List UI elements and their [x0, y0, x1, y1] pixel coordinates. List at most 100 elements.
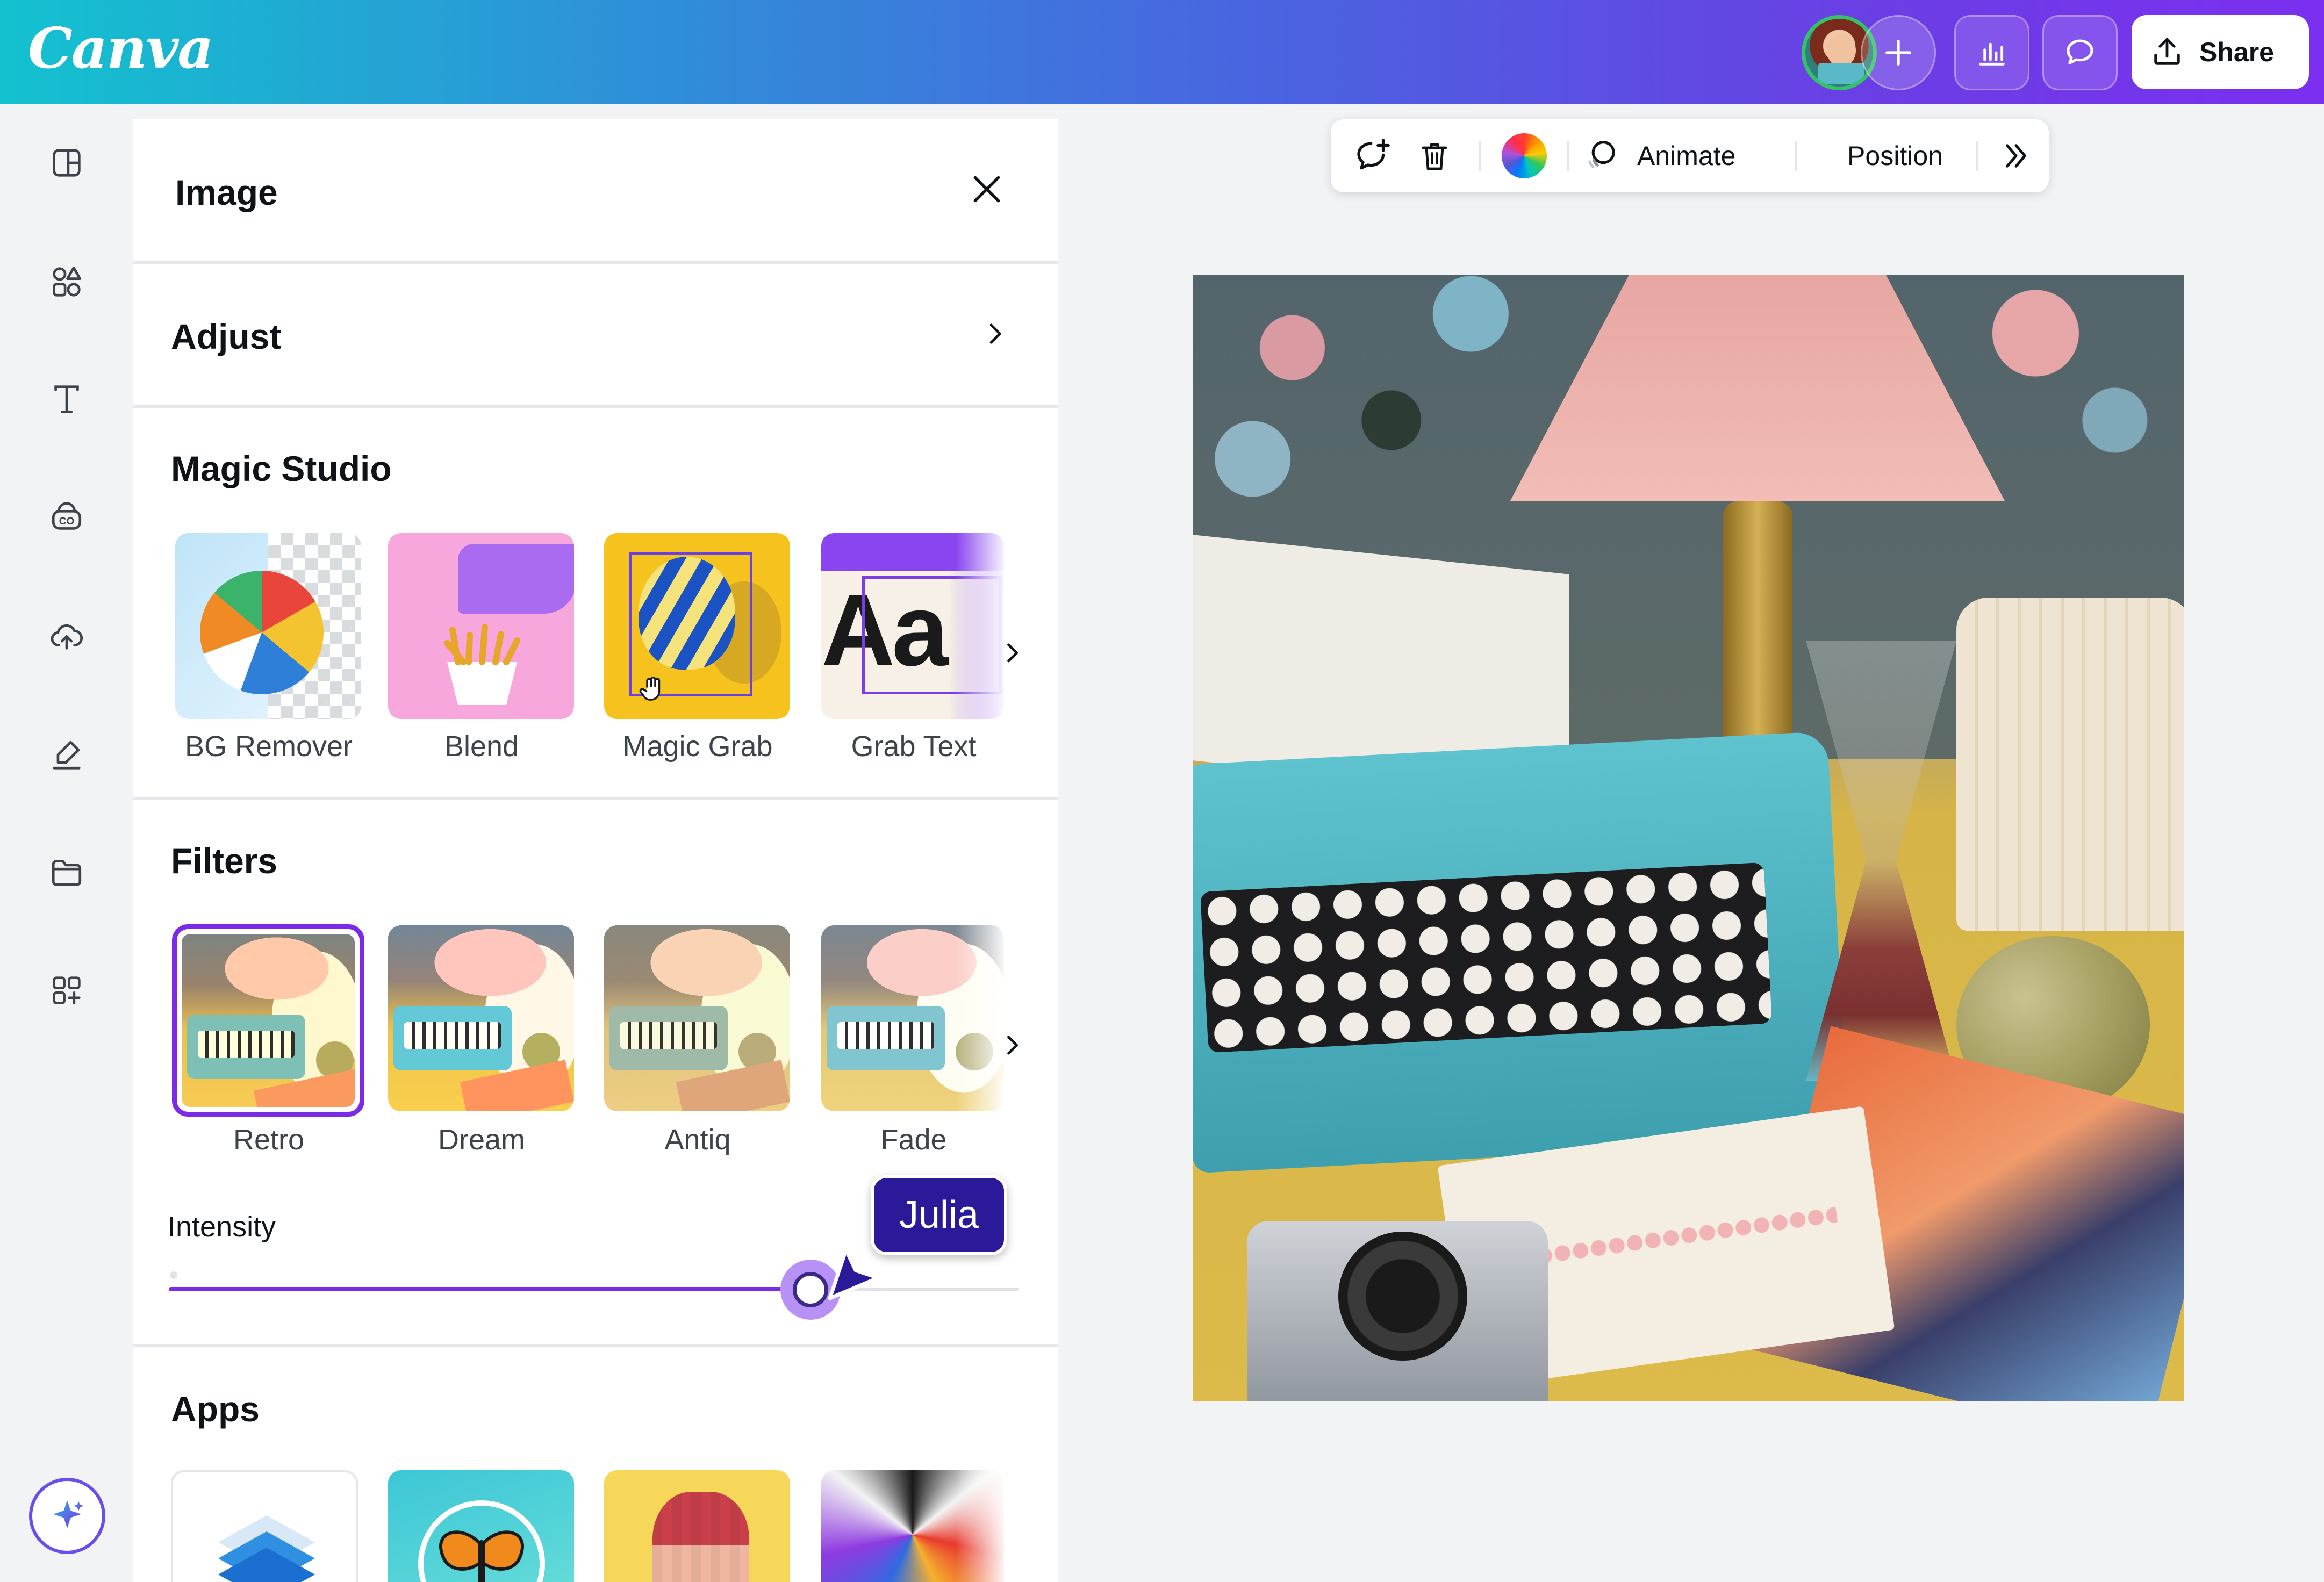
magic-next-button[interactable] [993, 634, 1031, 672]
filters-title: Filters [171, 841, 278, 881]
brand-icon: CO [52, 502, 82, 530]
thumb-keys [404, 1022, 501, 1049]
invite-button[interactable] [1861, 15, 1936, 90]
typewriter-keys [1200, 862, 1773, 1053]
magic-label-blend: Blend [444, 730, 519, 763]
magic-button[interactable] [29, 1478, 105, 1554]
chevron-right-icon [1007, 1036, 1018, 1055]
rail-text[interactable] [45, 378, 88, 421]
more-options-button[interactable] [1986, 119, 2046, 192]
comment-button[interactable] [2042, 15, 2118, 90]
comment-icon [2067, 39, 2093, 64]
color-picker-button[interactable] [1492, 119, 1556, 192]
ribbed-vase [1956, 598, 2184, 931]
bar-chart-icon [1979, 42, 2005, 66]
layers-graphic [218, 1515, 315, 1582]
filter-label-dream: Dream [437, 1124, 526, 1156]
adjust-row[interactable]: Adjust [133, 263, 1058, 407]
canvas-photo[interactable] [1193, 275, 2184, 1401]
context-toolbar: Animate Position [1331, 119, 2049, 192]
avatar-face [1827, 34, 1856, 67]
projects-folder-icon [52, 860, 82, 886]
fries-image [444, 624, 520, 705]
canva-logo[interactable]: Canva [28, 15, 214, 81]
filter-label-retro: Retro [233, 1124, 305, 1156]
rail-elements[interactable] [45, 260, 88, 303]
filter-label-antiq: Antiq [664, 1124, 731, 1156]
slider-default-marker [170, 1271, 177, 1279]
rail-design[interactable] [45, 141, 88, 184]
intensity-fill [169, 1287, 811, 1291]
panel-title: Image [175, 172, 278, 212]
trash-icon [1422, 143, 1447, 170]
grab-hand-icon [639, 677, 661, 701]
svg-text:CO: CO [59, 516, 74, 527]
magic-tile-blend[interactable] [388, 533, 574, 719]
chevron-right-icon [1007, 643, 1018, 663]
rail-draw[interactable] [45, 732, 88, 775]
blend-shape [458, 544, 574, 614]
top-bar: Canva Share [0, 0, 2324, 104]
butterfly-graphic [439, 1530, 524, 1582]
magic-tile-magic-grab[interactable] [604, 533, 790, 719]
close-icon [973, 176, 1000, 203]
toolbar-divider [1976, 141, 1978, 171]
thumb-keys [620, 1022, 717, 1049]
beach-ball [200, 571, 324, 694]
magic-tile-bg-remover[interactable] [175, 533, 361, 719]
double-chevron-right-icon [2006, 144, 2026, 168]
draw-icon [53, 740, 81, 770]
thumb-keys [198, 1031, 295, 1058]
thumb-keys [837, 1022, 934, 1049]
magic-studio-title: Magic Studio [171, 449, 392, 488]
filter-tile-antiq[interactable] [604, 925, 790, 1111]
toolbar-divider [1795, 141, 1797, 171]
animate-icon [1588, 141, 1615, 169]
image-panel: Image Adjust Magic Studio BG Remover Ble… [133, 119, 1058, 1582]
position-label: Position [1847, 141, 1943, 171]
slider-thumb-center [793, 1272, 829, 1307]
close-panel-button[interactable] [961, 163, 1013, 215]
animate-label: Animate [1637, 141, 1736, 171]
color-wheel-icon [1502, 133, 1547, 178]
pixel-portrait [652, 1492, 749, 1582]
layout-icon [53, 149, 81, 177]
filters-next-button[interactable] [993, 1026, 1031, 1064]
delete-button[interactable] [1405, 119, 1464, 192]
magic-label-bg-remover: BG Remover [184, 730, 353, 763]
upload-icon [2154, 38, 2180, 65]
share-button[interactable]: Share [2132, 15, 2309, 89]
toolbar-divider [1479, 141, 1481, 171]
comment-add-icon [1357, 139, 1390, 170]
magic-label-magic-grab: Magic Grab [622, 730, 773, 763]
magic-sparkle-icon [53, 1500, 84, 1528]
rail-brand[interactable]: CO [45, 496, 88, 539]
avatar-book [1818, 63, 1864, 84]
apps-title: Apps [171, 1389, 260, 1429]
rail-projects[interactable] [45, 851, 88, 894]
adjust-label: Adjust [171, 317, 282, 356]
animate-button[interactable]: Animate [1581, 119, 1785, 192]
divider [133, 797, 1058, 800]
rail-uploads[interactable] [45, 614, 88, 657]
insights-button[interactable] [1954, 15, 2029, 90]
toolbar-divider [1567, 141, 1569, 171]
left-rail: CO [0, 104, 133, 1582]
filter-label-fade: Fade [880, 1124, 947, 1156]
divider [133, 1344, 1058, 1347]
app-tile-pixel-art[interactable] [604, 1470, 790, 1582]
filter-tile-dream[interactable] [388, 925, 574, 1111]
rail-apps[interactable] [45, 969, 88, 1012]
share-label: Share [2199, 37, 2274, 67]
position-button[interactable]: Position [1809, 119, 1981, 192]
app-tile-layers[interactable] [171, 1470, 358, 1582]
apps-icon [53, 976, 81, 1004]
elements-icon [53, 266, 82, 297]
filter-tile-retro[interactable] [182, 934, 355, 1107]
scroll-fade [956, 533, 1020, 719]
divider [133, 405, 1058, 408]
plus-icon [1885, 40, 1911, 66]
add-comment-button[interactable] [1340, 119, 1405, 192]
magic-label-grab-text: Grab Text [851, 730, 977, 763]
app-tile-butterfly[interactable] [388, 1470, 574, 1582]
